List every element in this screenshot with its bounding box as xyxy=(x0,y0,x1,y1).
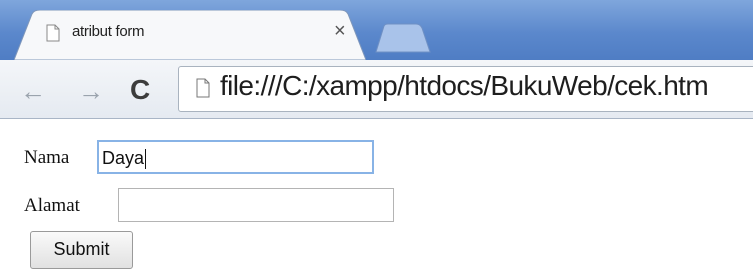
tab-title: atribut form xyxy=(72,23,145,40)
back-arrow-icon[interactable]: ← xyxy=(20,76,46,107)
alamat-label: Alamat xyxy=(24,195,80,216)
reload-icon[interactable]: C xyxy=(130,74,150,106)
document-icon xyxy=(196,78,210,98)
new-tab-button[interactable] xyxy=(372,22,432,54)
nama-input[interactable]: Daya xyxy=(97,140,374,174)
text-caret xyxy=(145,149,147,170)
alamat-input[interactable] xyxy=(118,188,394,222)
url-text[interactable]: file:///C:/xampp/htdocs/BukuWeb/cek.htm xyxy=(220,70,709,102)
forward-arrow-icon[interactable]: → xyxy=(78,76,104,107)
submit-button[interactable]: Submit xyxy=(30,231,133,269)
close-icon[interactable]: × xyxy=(334,20,346,43)
page-icon xyxy=(46,24,60,42)
nama-label: Nama xyxy=(24,147,70,168)
nama-value: Daya xyxy=(102,148,145,168)
browser-tab[interactable] xyxy=(14,10,366,60)
